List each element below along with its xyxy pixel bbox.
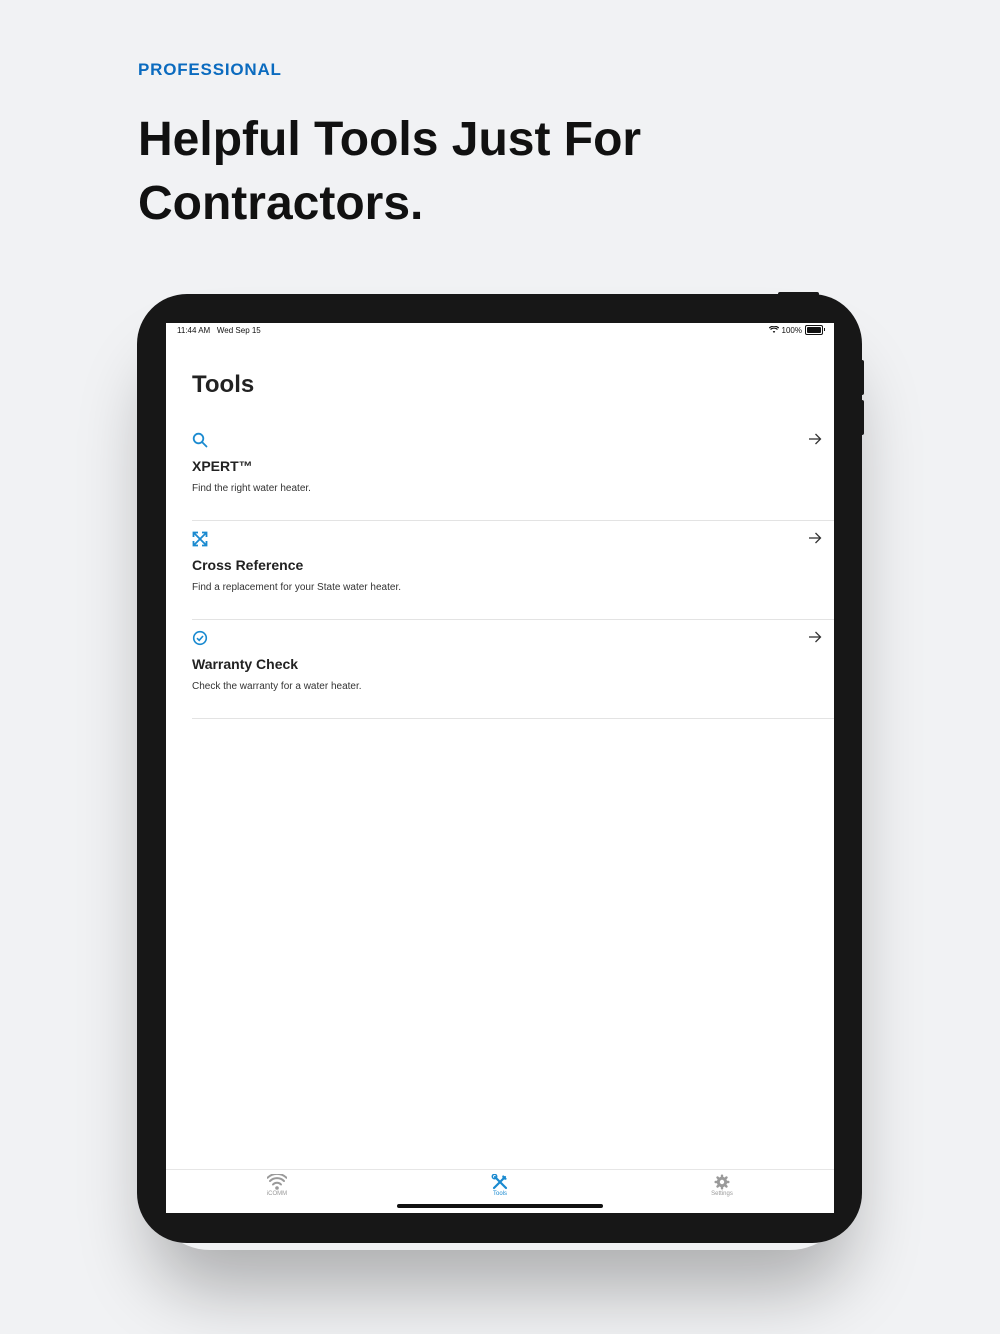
tool-description: Find the right water heater. <box>192 483 311 494</box>
status-time: 11:44 AM Wed Sep 15 <box>177 326 261 335</box>
home-indicator <box>397 1204 603 1208</box>
gear-icon <box>714 1174 730 1190</box>
check-circle-icon <box>192 630 208 646</box>
tool-description: Check the warranty for a water heater. <box>192 681 362 692</box>
tab-tools[interactable]: Tools <box>460 1174 540 1197</box>
tool-list: XPERT™ Find the right water heater. Cros… <box>192 422 834 719</box>
arrow-right-icon <box>809 631 822 643</box>
tool-name: Cross Reference <box>192 557 304 573</box>
tab-label: iCOMM <box>266 1191 288 1197</box>
tab-label: Settings <box>711 1191 733 1197</box>
arrow-right-icon <box>809 433 822 445</box>
battery-percent: 100% <box>781 325 802 335</box>
eyebrow-label: PROFESSIONAL <box>138 60 282 79</box>
tab-bar: iCOMM Tools Settings <box>166 1169 834 1213</box>
tool-description: Find a replacement for your State water … <box>192 582 401 593</box>
app-screen: 11:44 AM Wed Sep 15 100% Tools XPERT™ Fi… <box>166 323 834 1213</box>
tab-settings[interactable]: Settings <box>682 1174 762 1197</box>
tab-icomm[interactable]: iCOMM <box>237 1174 317 1197</box>
tool-item-warranty-check[interactable]: Warranty Check Check the warranty for a … <box>192 620 834 719</box>
tool-item-cross-reference[interactable]: Cross Reference Find a replacement for y… <box>192 521 834 620</box>
tool-name: XPERT™ <box>192 458 253 474</box>
tools-icon <box>491 1174 508 1190</box>
tool-item-xpert[interactable]: XPERT™ Find the right water heater. <box>192 422 834 521</box>
battery-icon <box>805 325 825 335</box>
tab-label: Tools <box>492 1191 507 1197</box>
expand-arrows-icon <box>192 531 208 547</box>
arrow-right-icon <box>809 532 822 544</box>
marketing-headline: Helpful Tools Just For Contractors. <box>138 113 642 230</box>
status-indicators: 100% <box>768 325 825 335</box>
page-title: Tools <box>192 371 255 398</box>
wifi-icon <box>267 1174 287 1190</box>
search-icon <box>192 432 208 448</box>
tool-name: Warranty Check <box>192 656 299 672</box>
wifi-status-icon <box>768 326 779 333</box>
